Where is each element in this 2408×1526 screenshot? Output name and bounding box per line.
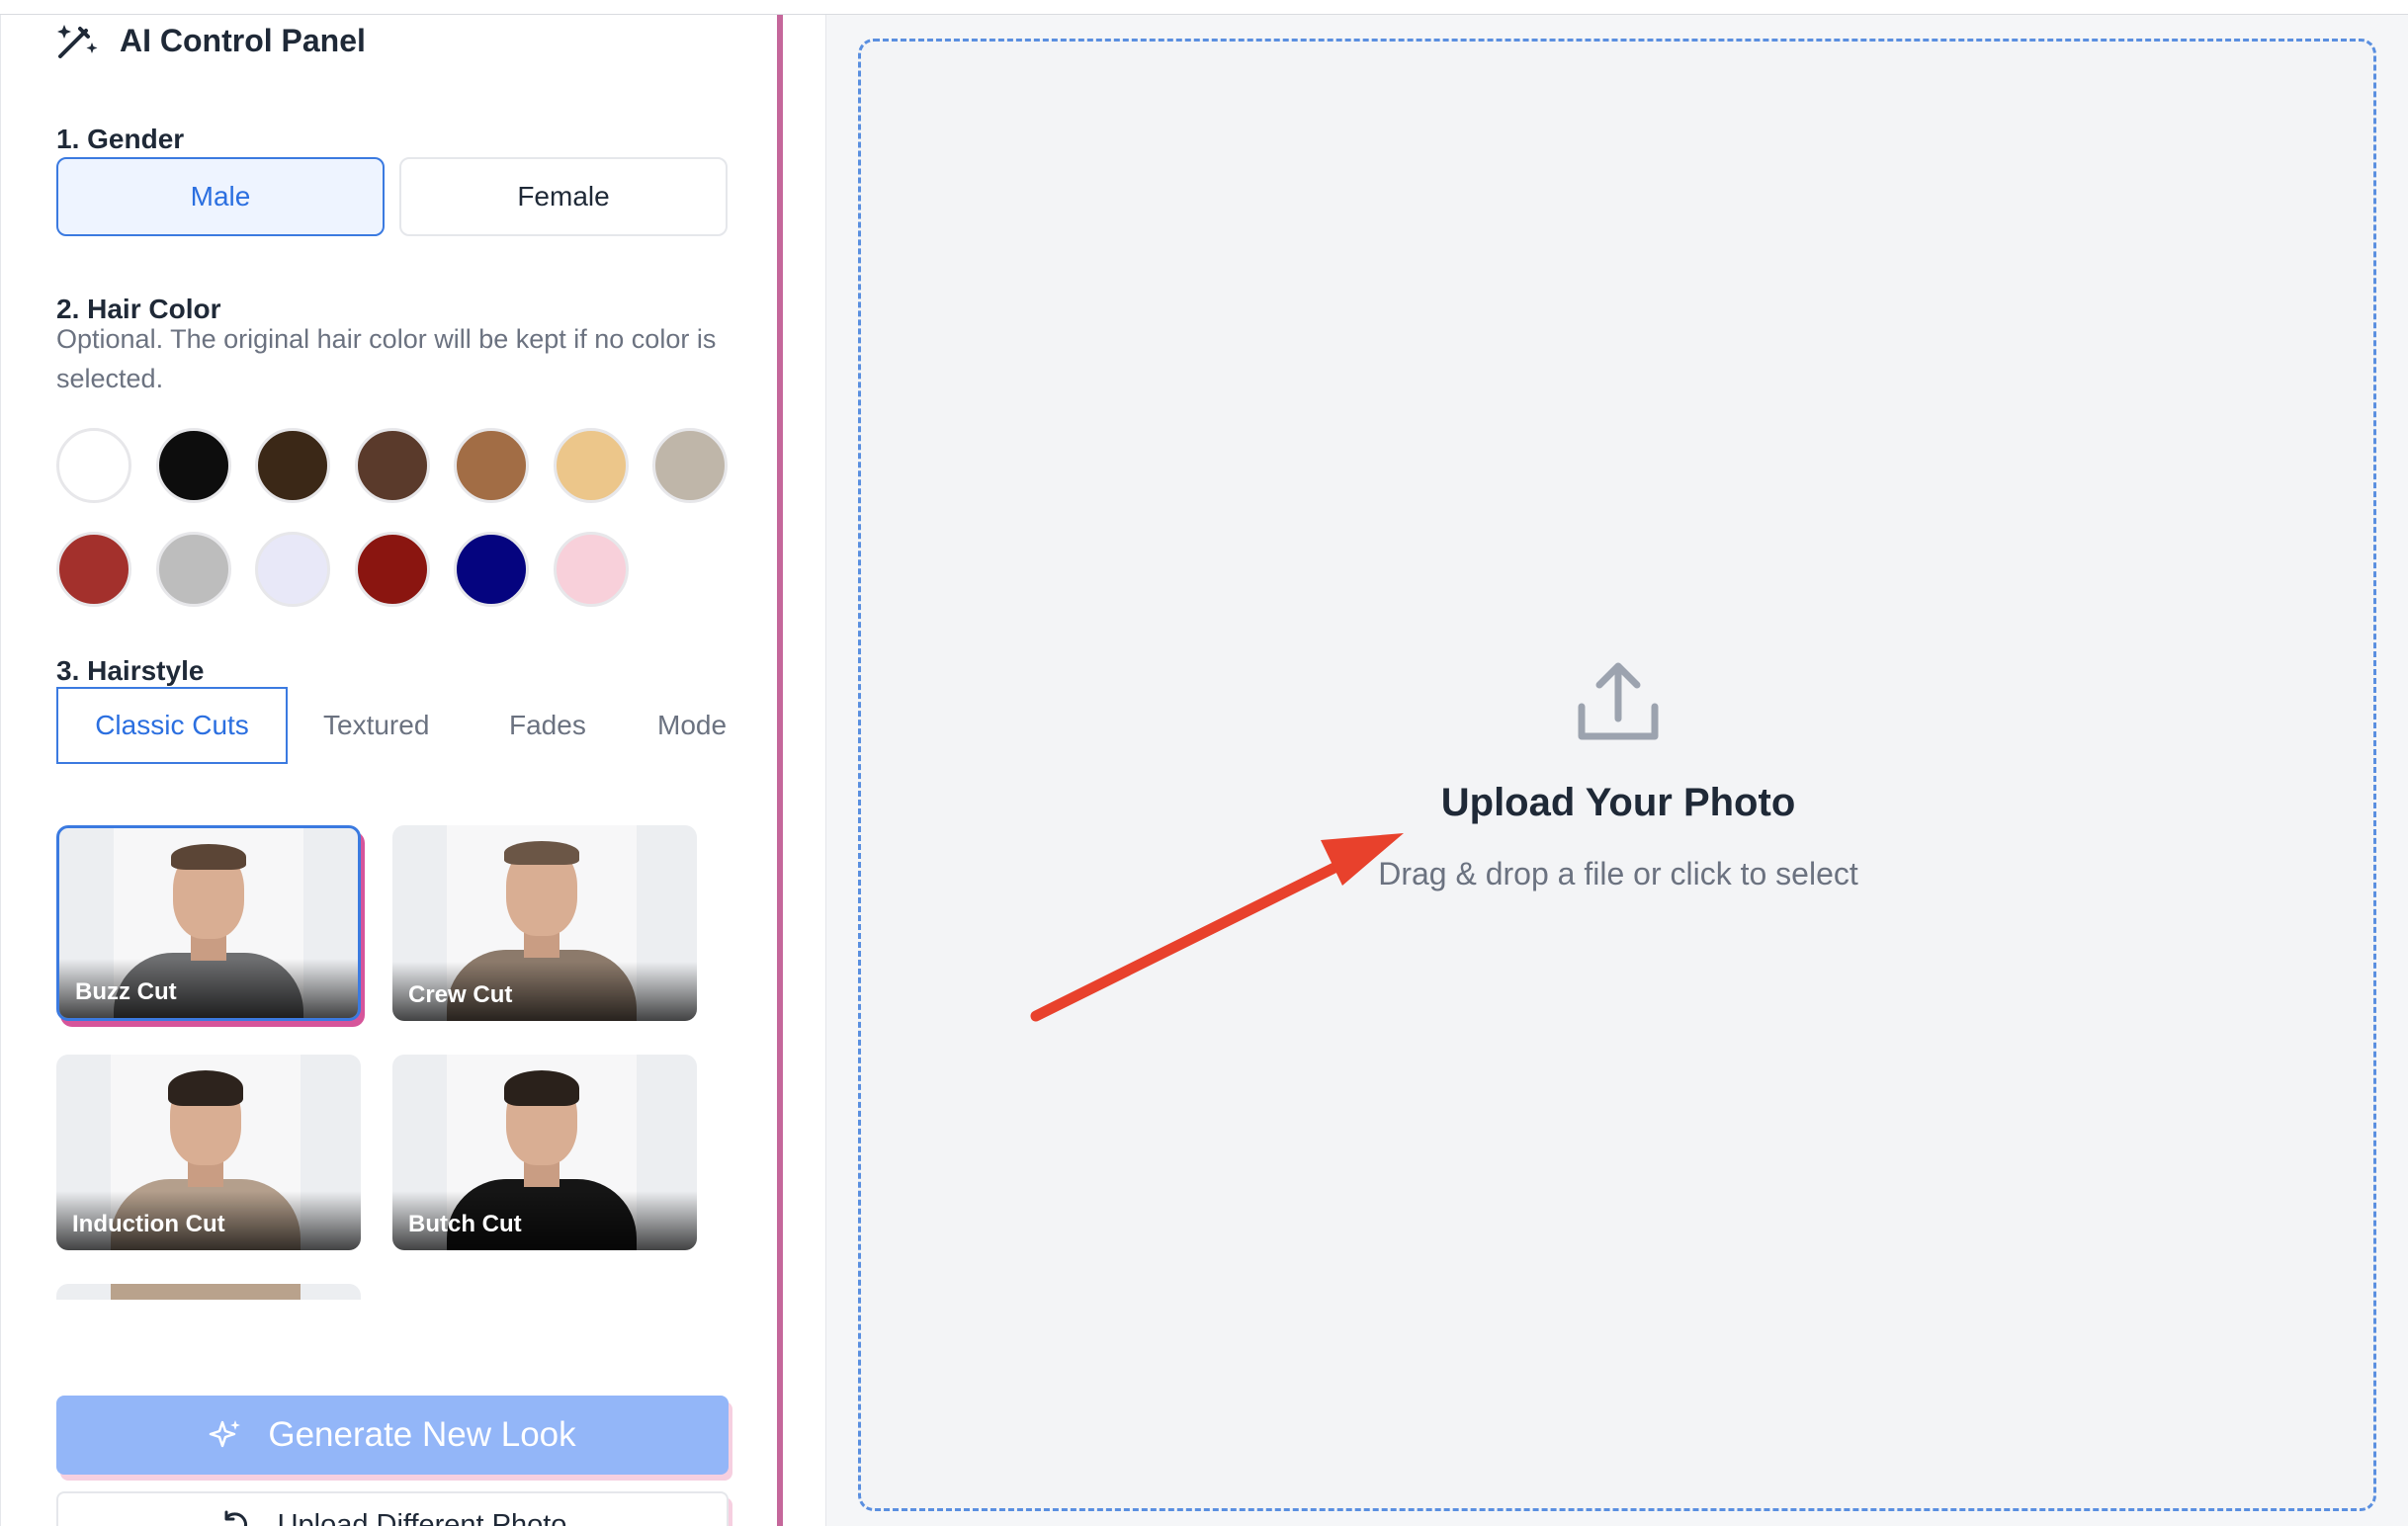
hairstyle-label: 3. Hairstyle [56,655,205,686]
generate-button-label: Generate New Look [268,1415,576,1454]
main-gutter [783,15,826,1526]
hairstyle-card-label: Crew Cut [408,981,513,1008]
refresh-icon [224,1510,247,1526]
tab-fades[interactable]: Fades [509,687,586,764]
gender-label: 1. Gender [56,124,185,154]
hair-color-swatch[interactable] [255,532,330,607]
sparkles-icon [210,1420,241,1448]
hair-color-swatch[interactable] [56,428,131,503]
upload-different-label: Upload Different Photo [277,1509,567,1526]
hair-color-swatch[interactable] [354,532,430,607]
tab-textured[interactable]: Textured [323,687,429,764]
magic-wand-icon [57,25,98,58]
tab-modern[interactable]: Mode [657,687,727,764]
photo-dropzone[interactable] [858,39,2376,1511]
ai-control-panel: AI Control Panel 1. Gender Male Female 2… [0,15,780,1526]
hair-color-swatch[interactable] [553,428,629,503]
upload-different-photo-button[interactable]: Upload Different Photo [56,1491,729,1526]
hairstyle-card-label: Butch Cut [408,1211,522,1237]
upload-title: Upload Your Photo [1440,781,1796,824]
tab-classic-cuts[interactable]: Classic Cuts [56,687,288,764]
panel-title: AI Control Panel [120,22,366,58]
hair-color-swatch[interactable] [354,428,430,503]
upload-subtitle: Drag & drop a file or click to select [1378,856,1858,891]
hair-color-swatch[interactable] [652,428,728,503]
hairstyle-card-buzz-cut[interactable]: Buzz Cut [56,825,361,1021]
hairstyle-card-partial[interactable] [56,1284,361,1300]
hair-color-swatch[interactable] [56,532,131,607]
hair-color-swatch[interactable] [454,428,529,503]
upload-icon [1578,662,1659,740]
hair-color-swatch[interactable] [155,428,231,503]
hairstyle-photo [111,1284,301,1300]
panel-header: AI Control Panel [56,21,366,60]
hairstyle-cards: Buzz Cut Crew Cut Induction Cut Butch Cu… [56,825,748,1300]
hairstyle-card-butch-cut[interactable]: Butch Cut [392,1055,697,1250]
hairstyle-card-induction-cut[interactable]: Induction Cut [56,1055,361,1250]
hair-color-helper: Optional. The original hair color will b… [56,324,717,393]
hairstyle-card-crew-cut[interactable]: Crew Cut [392,825,697,1021]
hair-color-swatch[interactable] [155,532,231,607]
hair-color-swatch[interactable] [454,532,529,607]
hairstyle-card-label: Induction Cut [72,1211,225,1237]
gender-male-button[interactable]: Male [56,157,385,236]
generate-new-look-button[interactable]: Generate New Look [56,1396,729,1475]
gender-female-button[interactable]: Female [399,157,728,236]
hairstyle-tabs: Classic Cuts Textured Fades Mode [56,687,729,766]
hair-color-swatch[interactable] [553,532,629,607]
hairstyle-card-label: Buzz Cut [75,978,177,1005]
window-top-edge [0,0,2408,15]
hair-color-swatch[interactable] [255,428,330,503]
